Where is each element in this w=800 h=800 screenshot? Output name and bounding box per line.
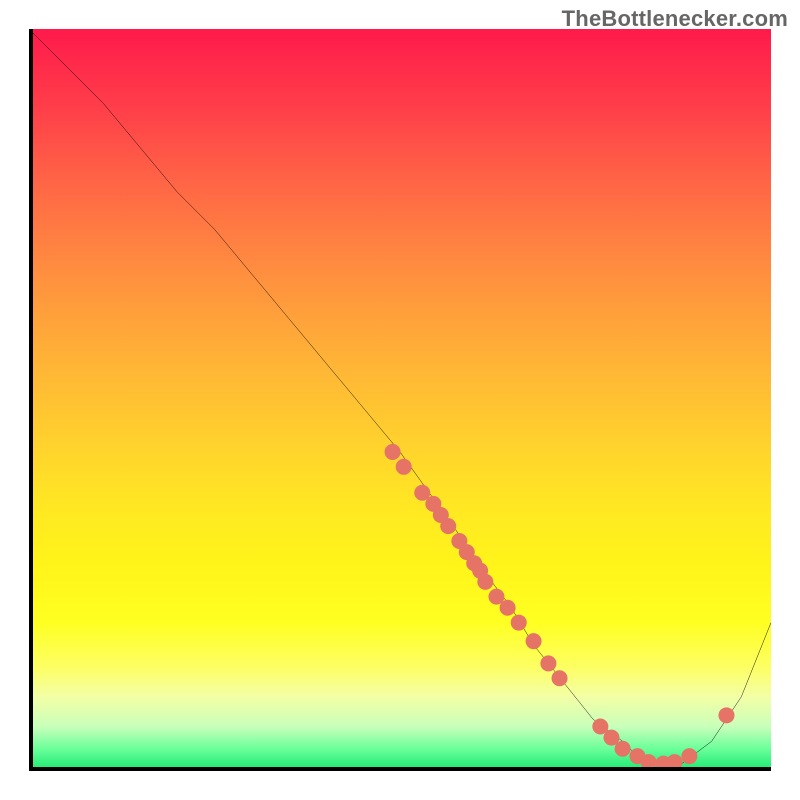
data-point [718,707,734,723]
data-points-group [385,444,735,771]
bottleneck-curve [29,29,771,764]
data-point [681,748,697,764]
data-point [641,754,657,770]
data-point [552,670,568,686]
figure-container: TheBottlenecker.com [0,0,800,800]
data-point [477,574,493,590]
plot-area [29,29,771,771]
data-point [526,633,542,649]
data-point [385,444,401,460]
data-point [500,600,516,616]
data-point [511,615,527,631]
chart-svg [29,29,771,771]
data-point [667,754,683,770]
data-point [396,459,412,475]
attribution-text: TheBottlenecker.com [562,6,788,32]
data-point [540,655,556,671]
data-point [615,741,631,757]
data-point [440,518,456,534]
